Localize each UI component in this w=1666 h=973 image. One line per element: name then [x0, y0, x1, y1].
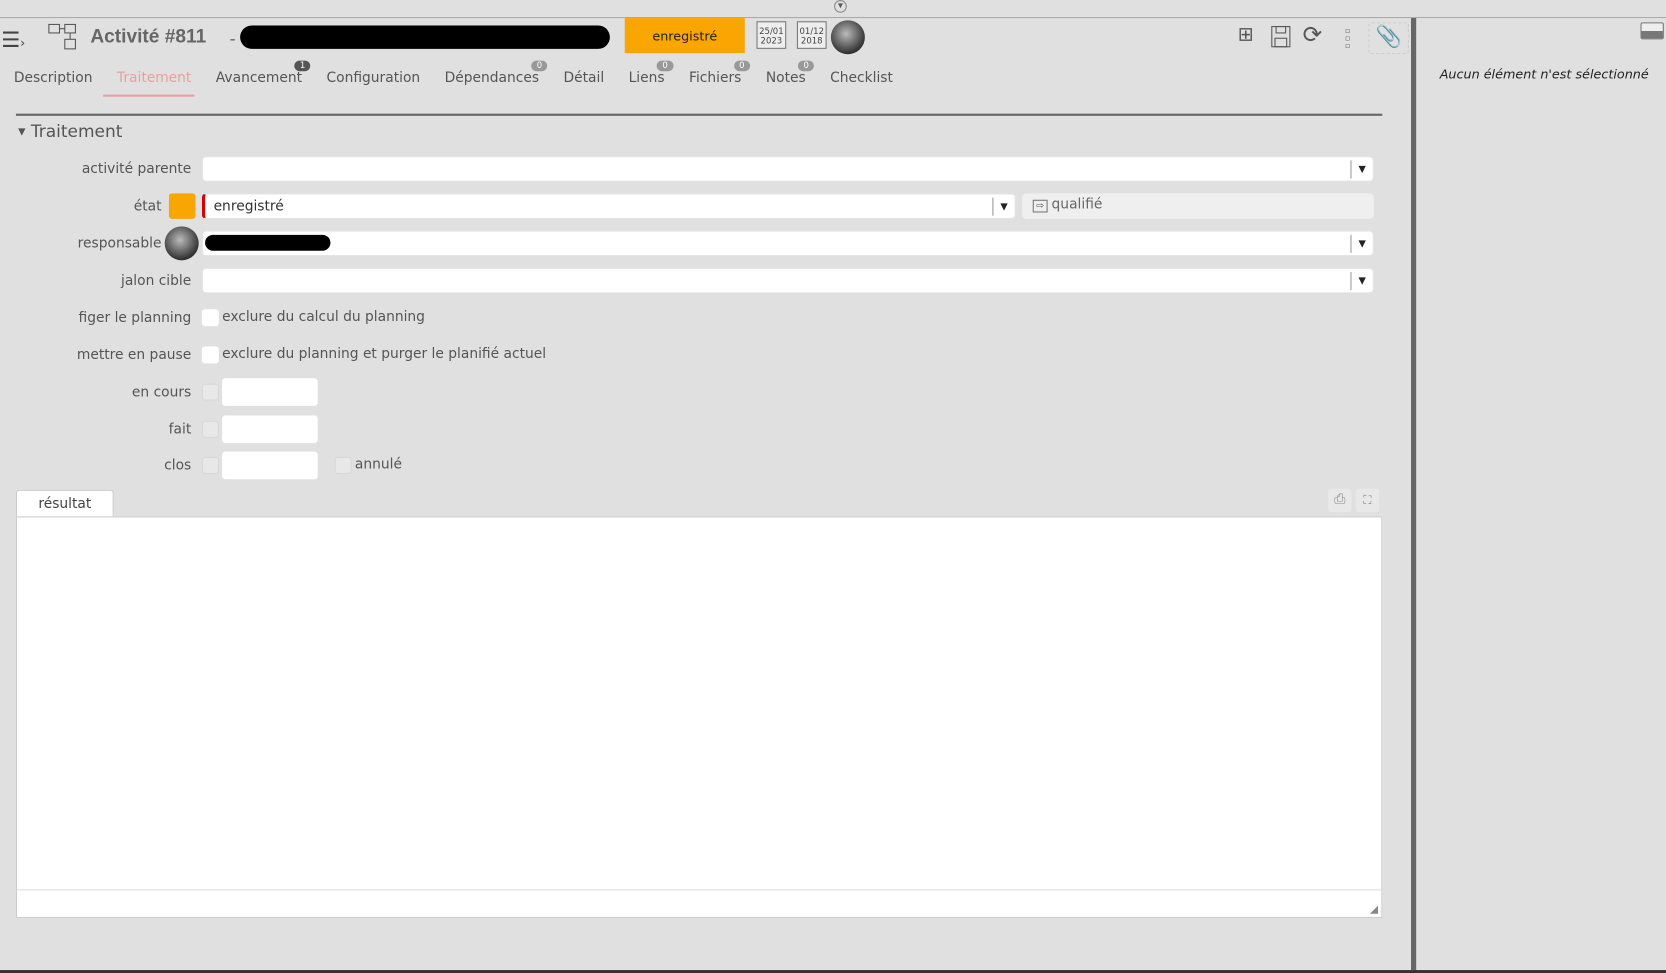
tab-fichiers[interactable]: Fichiers 0: [689, 60, 750, 86]
closed-checkbox[interactable]: [201, 456, 219, 474]
milestone-select[interactable]: ▼: [201, 267, 1374, 294]
result-editor[interactable]: ◢: [15, 516, 1383, 918]
pause-label: mettre en pause: [76, 347, 192, 364]
tab-description[interactable]: Description: [14, 70, 93, 86]
tab-avancement[interactable]: Avancement 1: [216, 60, 311, 86]
chevron-down-icon[interactable]: ▼: [992, 197, 1014, 216]
new-item-icon[interactable]: ⊞: [1238, 23, 1254, 45]
tab-badge: 0: [531, 60, 548, 72]
tab-badge: 0: [657, 60, 674, 72]
collapse-header-icon[interactable]: ▼: [834, 0, 847, 13]
done-label: fait: [168, 421, 192, 438]
milestone-label: jalon cible: [120, 273, 192, 289]
closed-label: clos: [164, 457, 192, 474]
menu-icon[interactable]: ☰›: [1, 27, 25, 53]
collapse-triangle-icon: ▼: [18, 126, 26, 138]
next-state-button[interactable]: ⇨ qualifié: [1022, 193, 1374, 219]
tab-notes[interactable]: Notes 0: [766, 60, 815, 86]
tab-checklist[interactable]: Checklist: [830, 70, 893, 86]
app-window: ▼ ☰› Activité #811 - enregistré 25/01 202…: [0, 0, 1666, 973]
empty-selection-text: Aucun élément n'est sélectionné: [1439, 66, 1649, 82]
tab-liens[interactable]: Liens 0: [629, 60, 674, 86]
editor-status-divider: [17, 889, 1382, 891]
more-options-icon[interactable]: ▫ ▫ ▫: [1345, 27, 1350, 50]
section-divider: [15, 113, 1383, 116]
resize-handle-icon[interactable]: ◢: [1370, 904, 1378, 916]
tab-dependances[interactable]: Dépendances 0: [445, 60, 548, 86]
tab-badge: 0: [733, 60, 750, 72]
page-title: Activité #811: [90, 25, 207, 47]
result-tab[interactable]: résultat: [15, 489, 114, 518]
pause-text: exclure du planning et purger le planifi…: [222, 346, 547, 363]
chevron-down-icon[interactable]: ▼: [1350, 272, 1372, 291]
tab-badge: 0: [798, 60, 815, 72]
done-checkbox[interactable]: [201, 420, 219, 438]
monitor-icon[interactable]: [1640, 22, 1664, 40]
right-panel: Aucun élément n'est sélectionné: [1416, 18, 1666, 971]
tab-traitement[interactable]: Traitement: [117, 70, 191, 86]
freeze-label: figer le planning: [78, 310, 192, 327]
move-to-icon: ⇨: [1032, 199, 1048, 213]
chevron-down-icon[interactable]: ▼: [1350, 160, 1372, 179]
parent-activity-label: activité parente: [81, 161, 192, 178]
creation-date-calendar-icon[interactable]: 01/12 2018: [796, 21, 827, 49]
fullscreen-icon[interactable]: ⛶: [1355, 488, 1380, 513]
section-header[interactable]: ▼ Traitement: [18, 121, 122, 141]
cancelled-checkbox[interactable]: [334, 456, 352, 474]
freeze-text: exclure du calcul du planning: [222, 309, 425, 326]
title-separator: -: [229, 28, 236, 49]
state-color-swatch: [168, 193, 196, 219]
tab-badge: 1: [294, 60, 311, 72]
start-date-calendar-icon[interactable]: 25/01 2023: [756, 21, 787, 49]
owner-label: responsable: [77, 235, 162, 252]
save-icon[interactable]: [1271, 26, 1292, 49]
active-tab-indicator: [103, 94, 195, 97]
refresh-icon[interactable]: ⟳: [1303, 22, 1323, 49]
attachment-icon[interactable]: 📎: [1368, 22, 1409, 55]
tab-configuration[interactable]: Configuration: [326, 70, 420, 86]
parent-activity-select[interactable]: ▼: [201, 156, 1374, 182]
cancelled-label: annulé: [354, 456, 402, 473]
in-progress-checkbox[interactable]: [201, 383, 219, 401]
activity-type-icon: [48, 23, 76, 50]
state-select[interactable]: enregistré ▼: [201, 193, 1016, 219]
tab-detail[interactable]: Détail: [563, 70, 604, 86]
freeze-checkbox[interactable]: [201, 309, 219, 327]
owner-avatar: [164, 226, 199, 261]
done-date-input[interactable]: [222, 415, 318, 444]
tab-bar: Description Traitement Avancement 1 Confi…: [14, 60, 918, 86]
avatar[interactable]: [830, 20, 865, 55]
owner-select[interactable]: ▼: [201, 230, 1374, 257]
state-label: état: [133, 198, 162, 215]
pause-checkbox[interactable]: [201, 346, 219, 364]
print-icon[interactable]: ⎙: [1328, 488, 1352, 513]
in-progress-label: en cours: [131, 384, 192, 401]
in-progress-date-input[interactable]: [222, 378, 318, 406]
redacted-owner: [205, 234, 331, 251]
redacted-title: [240, 25, 610, 49]
status-badge[interactable]: enregistré: [624, 18, 745, 54]
closed-date-input[interactable]: [222, 451, 318, 480]
chevron-down-icon[interactable]: ▼: [1350, 234, 1372, 253]
